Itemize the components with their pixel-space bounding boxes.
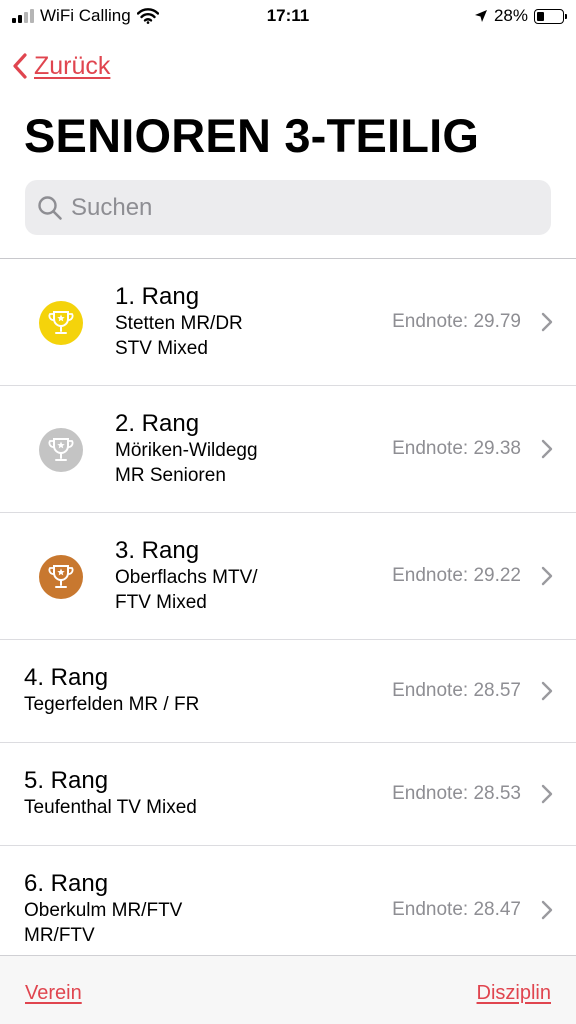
row-text: 3. Rang Oberflachs MTV/ FTV Mixed <box>115 537 258 615</box>
chevron-right-icon <box>541 900 553 920</box>
chevron-right-icon <box>541 566 553 586</box>
rank-label: 2. Rang <box>115 410 200 437</box>
trophy-icon <box>39 555 83 599</box>
verein-link[interactable]: Verein <box>25 982 82 1005</box>
app-screen: WiFi Calling 17:11 28% Zurück SENIOREN 3… <box>0 0 576 1024</box>
score-label: Endnote: 28.47 <box>392 899 521 920</box>
score-label: Endnote: 28.53 <box>392 783 521 804</box>
location-arrow-icon <box>474 10 487 22</box>
chevron-right-icon <box>541 312 553 332</box>
results-list: 1. Rang Stetten MR/DR STV Mixed Endnote:… <box>0 259 576 956</box>
trophy-gold-icon <box>48 311 74 334</box>
trophy-icon <box>39 301 83 345</box>
status-bar-right: 28% <box>474 6 567 26</box>
chevron-right-icon <box>541 784 553 804</box>
result-row-rank-6[interactable]: 6. Rang Oberkulm MR/FTV MR/FTV Endnote: … <box>0 846 576 956</box>
rank-label: 3. Rang <box>115 537 200 564</box>
result-row-rank-3[interactable]: 3. Rang Oberflachs MTV/ FTV Mixed Endnot… <box>0 513 576 640</box>
team-name-line1: Oberflachs MTV/ <box>115 567 258 588</box>
search-bar[interactable] <box>25 180 551 235</box>
result-row-rank-1[interactable]: 1. Rang Stetten MR/DR STV Mixed Endnote:… <box>0 259 576 386</box>
result-row-rank-4[interactable]: 4. Rang Tegerfelden MR / FR Endnote: 28.… <box>0 640 576 743</box>
chevron-right-icon <box>541 681 553 701</box>
search-input[interactable] <box>71 193 531 222</box>
team-name-line1: Möriken-Wildegg <box>115 440 258 461</box>
rank-label: 4. Rang <box>24 664 109 691</box>
row-text: 4. Rang Tegerfelden MR / FR <box>24 664 199 717</box>
score-label: Endnote: 29.22 <box>392 565 521 586</box>
bottom-toolbar: Verein Disziplin <box>0 955 576 1024</box>
chevron-right-icon <box>541 439 553 459</box>
row-text: 5. Rang Teufenthal TV Mixed <box>24 767 197 820</box>
team-name-line1: Oberkulm MR/FTV <box>24 900 183 921</box>
team-name-line2: STV Mixed <box>115 338 208 359</box>
result-row-rank-2[interactable]: 2. Rang Möriken-Wildegg MR Senioren Endn… <box>0 386 576 513</box>
row-text: 1. Rang Stetten MR/DR STV Mixed <box>115 283 243 361</box>
team-name-line1: Stetten MR/DR <box>115 313 243 334</box>
trophy-icon <box>39 428 83 472</box>
team-name-line2: FTV Mixed <box>115 592 207 613</box>
disziplin-link[interactable]: Disziplin <box>477 982 551 1005</box>
rank-label: 5. Rang <box>24 767 109 794</box>
back-button-label: Zurück <box>34 51 111 80</box>
battery-icon <box>534 8 567 24</box>
score-label: Endnote: 29.38 <box>392 438 521 459</box>
status-bar: WiFi Calling 17:11 28% <box>0 0 576 34</box>
rank-label: 1. Rang <box>115 283 200 310</box>
team-name-line1: Tegerfelden MR / FR <box>24 694 200 715</box>
chevron-left-icon <box>13 53 27 79</box>
row-text: 2. Rang Möriken-Wildegg MR Senioren <box>115 410 258 488</box>
score-label: Endnote: 29.79 <box>392 311 521 332</box>
trophy-bronze-icon <box>48 565 74 588</box>
battery-percent: 28% <box>493 6 528 25</box>
trophy-silver-icon <box>48 438 74 461</box>
rank-label: 6. Rang <box>24 870 109 897</box>
team-name-line2: MR/FTV <box>24 925 95 946</box>
row-text: 6. Rang Oberkulm MR/FTV MR/FTV <box>24 870 182 948</box>
team-name-line1: Teufenthal TV Mixed <box>24 797 197 818</box>
score-label: Endnote: 28.57 <box>392 680 521 701</box>
battery-level <box>537 11 544 21</box>
team-name-line2: MR Senioren <box>115 465 226 486</box>
search-icon <box>38 195 62 220</box>
result-row-rank-5[interactable]: 5. Rang Teufenthal TV Mixed Endnote: 28.… <box>0 743 576 846</box>
page-title: SENIOREN 3-TEILIG <box>24 109 480 162</box>
back-button[interactable]: Zurück <box>12 48 110 84</box>
